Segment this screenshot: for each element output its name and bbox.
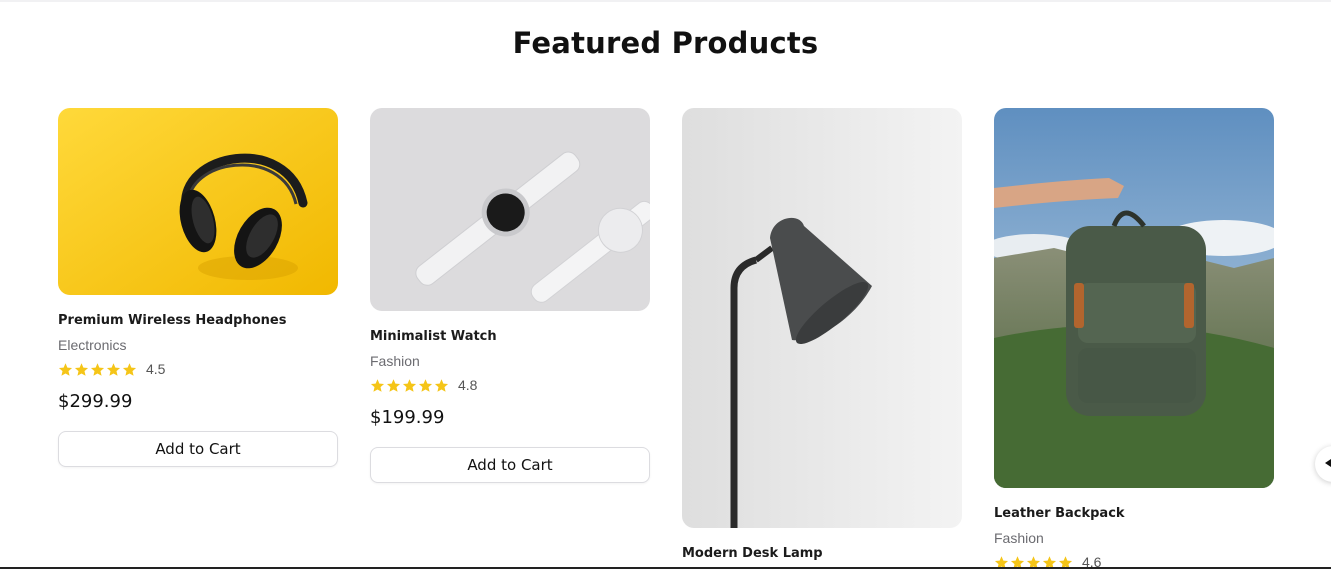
product-category: Fashion: [370, 353, 420, 369]
chevron-left-icon: [1325, 459, 1331, 467]
product-image[interactable]: [994, 108, 1274, 488]
star-icon: [386, 378, 401, 392]
star-icon: [122, 362, 137, 376]
product-card[interactable]: Leather Backpack Fashion 4.6: [994, 108, 1274, 571]
star-icon: [74, 362, 89, 376]
product-card[interactable]: Minimalist Watch Fashion 4.8 $199.99 Add…: [370, 108, 650, 483]
product-category: Electronics: [58, 337, 127, 353]
product-image[interactable]: [682, 108, 962, 528]
rating-value: 4.8: [458, 377, 478, 393]
product-name[interactable]: Leather Backpack: [994, 506, 1274, 521]
add-to-cart-button[interactable]: Add to Cart: [58, 431, 338, 467]
rating-value: 4.5: [146, 361, 166, 377]
carousel-next-button[interactable]: [1315, 446, 1331, 482]
product-name[interactable]: Premium Wireless Headphones: [58, 313, 338, 328]
product-image[interactable]: [58, 108, 338, 295]
product-card[interactable]: Premium Wireless Headphones Electronics …: [58, 108, 338, 467]
section-title: Featured Products: [512, 26, 819, 60]
product-name[interactable]: Modern Desk Lamp: [682, 546, 962, 561]
star-icon: [106, 362, 121, 376]
star-icon: [434, 378, 449, 392]
star-icon: [370, 378, 385, 392]
add-to-cart-button[interactable]: Add to Cart: [370, 447, 650, 483]
product-name[interactable]: Minimalist Watch: [370, 329, 650, 344]
product-rating: 4.5: [58, 360, 338, 378]
star-icon: [418, 378, 433, 392]
star-rating: [370, 378, 449, 393]
product-price: $199.99: [370, 407, 445, 428]
product-category: Fashion: [994, 530, 1044, 546]
product-rating: 4.8: [370, 376, 650, 394]
star-icon: [90, 362, 105, 376]
star-rating: [58, 362, 137, 377]
product-price: $299.99: [58, 391, 133, 412]
star-icon: [402, 378, 417, 392]
top-divider: [0, 0, 1331, 2]
product-image[interactable]: [370, 108, 650, 311]
product-card[interactable]: Modern Desk Lamp: [682, 108, 962, 561]
star-icon: [58, 362, 73, 376]
